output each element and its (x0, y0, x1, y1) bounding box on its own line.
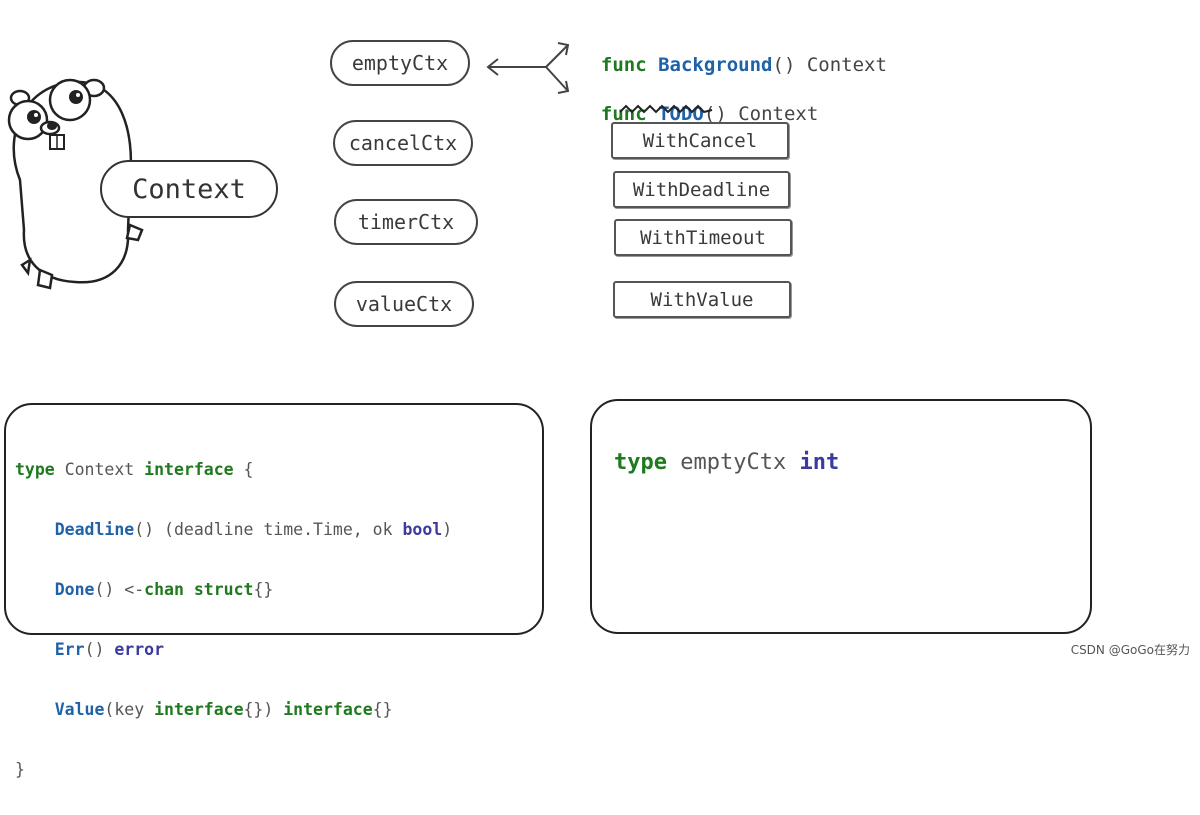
impl-pill-valuectx: valueCtx (334, 281, 474, 327)
todo-squiggle (619, 104, 713, 114)
gopher-eye-right (69, 90, 83, 104)
gopher-eye-left (27, 110, 41, 124)
code-line-deadline: Deadline() (deadline time.Time, ok bool) (54, 520, 453, 539)
interface-code: type Context interface { Deadline() (dea… (15, 425, 452, 815)
impl-pill-timerctx: timerCtx (334, 199, 478, 245)
constructor-withtimeout: WithTimeout (614, 219, 792, 256)
func-background: func Background() Context (600, 54, 887, 76)
code-line-close: } (15, 760, 25, 779)
constructor-withdeadline: WithDeadline (613, 171, 790, 208)
fork-arrow (486, 42, 570, 94)
footer-watermark: CSDN @GoGo在努力 (1070, 643, 1190, 657)
impl-pill-emptyctx: emptyCtx (330, 40, 470, 86)
code-line-err: Err() error (54, 640, 165, 659)
emptyctx-code: type emptyCtx int (614, 450, 840, 475)
code-line-done: Done() <-chan struct{} (54, 580, 274, 599)
constructor-withvalue: WithValue (613, 281, 791, 318)
impl-pill-cancelctx: cancelCtx (333, 120, 473, 166)
code-line-type: type Context interface { (15, 460, 254, 479)
context-label-pill: Context (100, 160, 278, 218)
code-line-value: Value(key interface{}) interface{} (54, 700, 393, 719)
constructor-withcancel: WithCancel (611, 122, 789, 159)
